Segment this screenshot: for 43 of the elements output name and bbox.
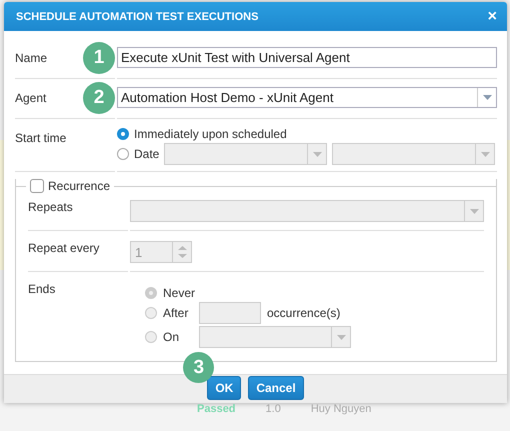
radio-button[interactable] [145,307,157,319]
owner-text: Huy Nguyen [310,403,372,416]
radio-button[interactable] [145,331,157,343]
option-label: Never [163,286,193,300]
step-badge: 2 [83,82,115,114]
close-button[interactable]: × [486,8,499,24]
step-badge: 1 [83,42,115,74]
field-label: Agent [15,90,46,105]
radio-button[interactable] [117,128,129,140]
field-label: Repeat every [28,241,100,255]
field-label: Start time [15,130,66,145]
name-field[interactable]: Execute xUnit Test with Universal Agent [117,47,497,68]
occurrence-field[interactable] [199,302,261,324]
date-dropdown[interactable] [164,143,328,165]
repeats-dropdown[interactable] [130,200,484,222]
radio-button[interactable] [145,287,157,299]
occurrence-label: occurrence(s) [267,306,340,320]
field-label: Repeats [28,200,73,214]
dropdown-arrow-icon [312,152,322,156]
option-label: Immediately upon scheduled [134,127,287,141]
dropdown-arrow-icon [482,95,492,100]
agent-dropdown[interactable]: Automation Host Demo - xUnit Agent [117,87,497,108]
option-label: After [163,306,190,320]
dropdown-arrow-icon [336,334,346,340]
repeat-every-spinner[interactable]: 1 [130,241,192,263]
field-label: Ends [28,282,56,296]
option-label: On [163,330,180,344]
status-text: Passed [197,403,236,416]
checkbox[interactable] [30,179,44,193]
dialog-button[interactable]: OK [207,376,242,400]
dialog-title: SCHEDULE AUTOMATION TEST EXECUTIONS [16,10,258,22]
recurrence-label: Recurrence [48,179,110,193]
time-dropdown[interactable] [332,143,496,165]
version-text: 1.0 [266,403,281,416]
dropdown-arrow-icon [470,208,478,214]
dialog-button[interactable]: Cancel [248,376,304,400]
end-date-dropdown[interactable] [199,326,351,348]
field-label: Name [15,50,48,65]
step-badge: 3 [183,352,214,383]
spinner-arrows-icon [178,244,186,260]
radio-button[interactable] [117,148,129,160]
dropdown-arrow-icon [480,152,490,156]
option-label: Date [134,147,160,161]
